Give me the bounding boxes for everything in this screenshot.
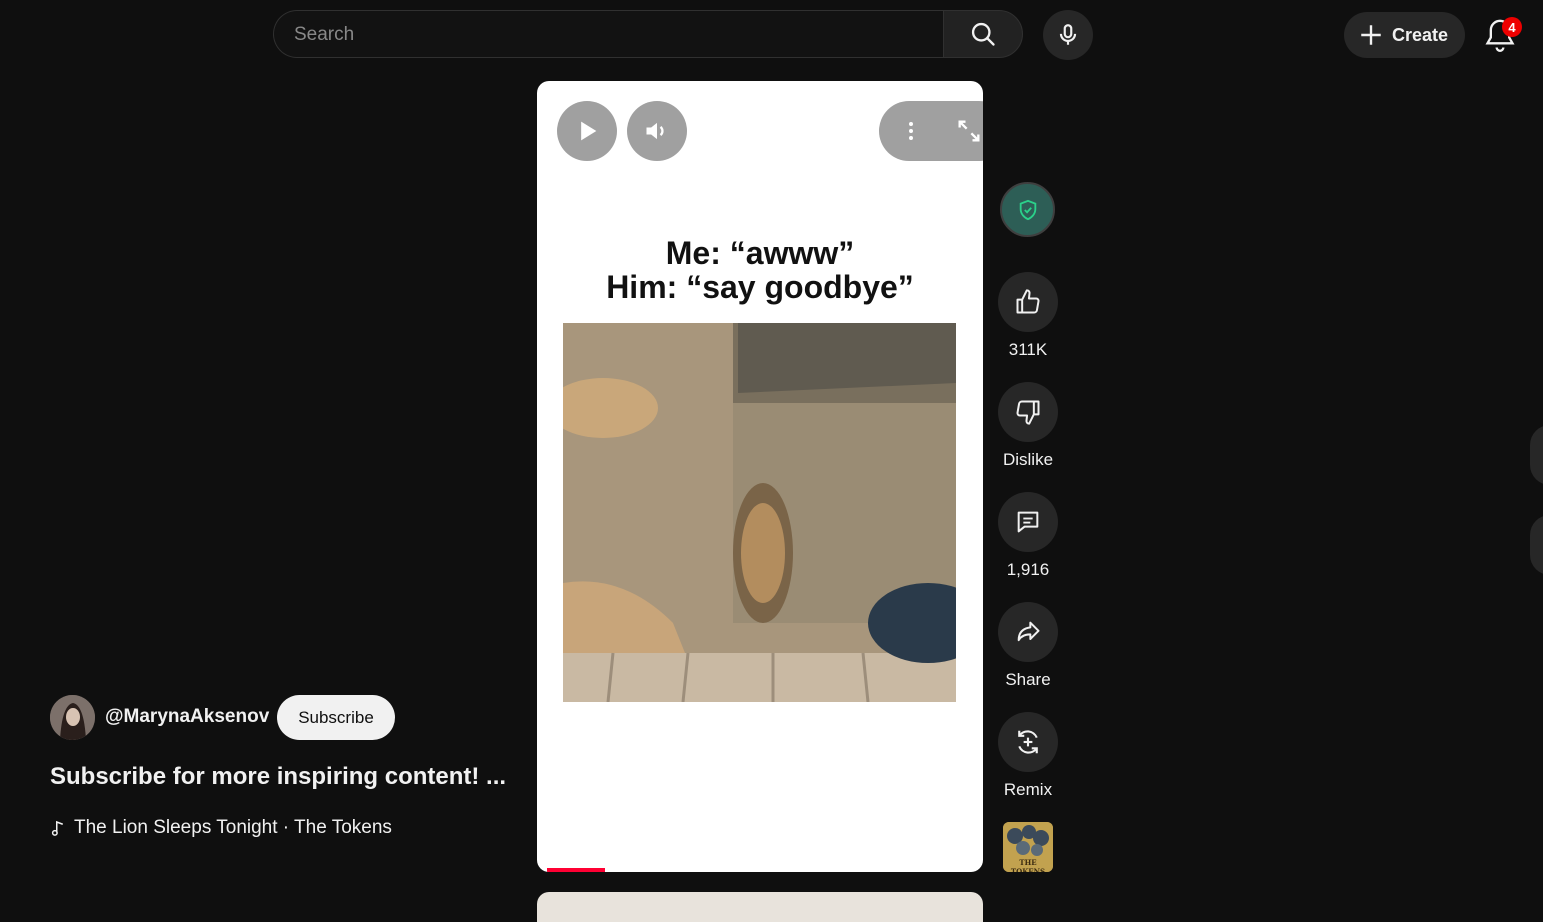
video-title[interactable]: Subscribe for more inspiring content! ..… bbox=[50, 763, 506, 791]
dislike-button[interactable] bbox=[998, 382, 1058, 442]
fullscreen-icon[interactable] bbox=[955, 117, 983, 145]
remix-icon bbox=[1018, 730, 1038, 754]
comment-count: 1,916 bbox=[1006, 560, 1050, 579]
avatar[interactable] bbox=[50, 695, 95, 740]
caption-line-1: Me: “awww” bbox=[665, 235, 855, 271]
search-box bbox=[273, 10, 943, 59]
video-player[interactable]: Me: “awww” Him: “say goodbye” bbox=[537, 81, 983, 872]
music-link[interactable]: The Lion Sleeps Tonight · The Tokens bbox=[50, 817, 392, 839]
channel-handle[interactable]: @MarynaAksenov bbox=[105, 706, 269, 728]
dislike-label: Dislike bbox=[1002, 450, 1054, 469]
more-options-icon[interactable] bbox=[899, 119, 923, 143]
voice-search-button[interactable] bbox=[1043, 10, 1093, 60]
music-note-icon bbox=[51, 820, 64, 836]
remix-label: Remix bbox=[1003, 780, 1053, 799]
search-input[interactable] bbox=[292, 11, 916, 59]
next-video-preview[interactable] bbox=[537, 892, 983, 922]
play-button[interactable] bbox=[557, 101, 617, 161]
like-button[interactable] bbox=[998, 272, 1058, 332]
create-button[interactable]: Create bbox=[1344, 12, 1465, 58]
thumbs-up-icon bbox=[1016, 289, 1040, 314]
share-button[interactable] bbox=[998, 602, 1058, 662]
sound-album-art[interactable]: THE TOKENS bbox=[1003, 822, 1053, 872]
album-text: THE TOKENS bbox=[1010, 858, 1046, 872]
create-label: Create bbox=[1392, 24, 1449, 45]
remix-button[interactable] bbox=[998, 712, 1058, 772]
microphone-icon bbox=[1059, 24, 1077, 45]
lions-scene-image bbox=[563, 323, 956, 702]
search-icon bbox=[971, 22, 995, 46]
avatar-image bbox=[50, 695, 95, 740]
verified-shield-button[interactable] bbox=[1000, 182, 1055, 237]
thumbs-down-icon bbox=[1016, 400, 1040, 425]
like-count: 311K bbox=[1008, 340, 1048, 359]
video-options-pill bbox=[879, 101, 983, 161]
mute-button[interactable] bbox=[627, 101, 687, 161]
previous-video-button[interactable] bbox=[1530, 425, 1543, 485]
music-title: The Lion Sleeps Tonight · The Tokens bbox=[74, 817, 392, 838]
play-icon bbox=[581, 121, 597, 141]
video-caption: Me: “awww” Him: “say goodbye” bbox=[537, 236, 983, 304]
video-progress-bar[interactable] bbox=[547, 868, 605, 872]
subscribe-button[interactable]: Subscribe bbox=[277, 695, 395, 740]
caption-line-2: Him: “say goodbye” bbox=[606, 269, 914, 305]
comments-button[interactable] bbox=[998, 492, 1058, 552]
share-icon bbox=[1017, 621, 1040, 642]
shield-check-icon bbox=[1019, 199, 1036, 220]
plus-icon bbox=[1361, 25, 1381, 45]
search-button[interactable] bbox=[943, 10, 1023, 58]
video-frame bbox=[563, 323, 956, 702]
next-video-button[interactable] bbox=[1530, 515, 1543, 575]
comment-icon bbox=[1017, 511, 1039, 533]
volume-icon bbox=[646, 122, 664, 140]
share-label: Share bbox=[1005, 670, 1051, 689]
notification-badge: 4 bbox=[1502, 17, 1522, 37]
